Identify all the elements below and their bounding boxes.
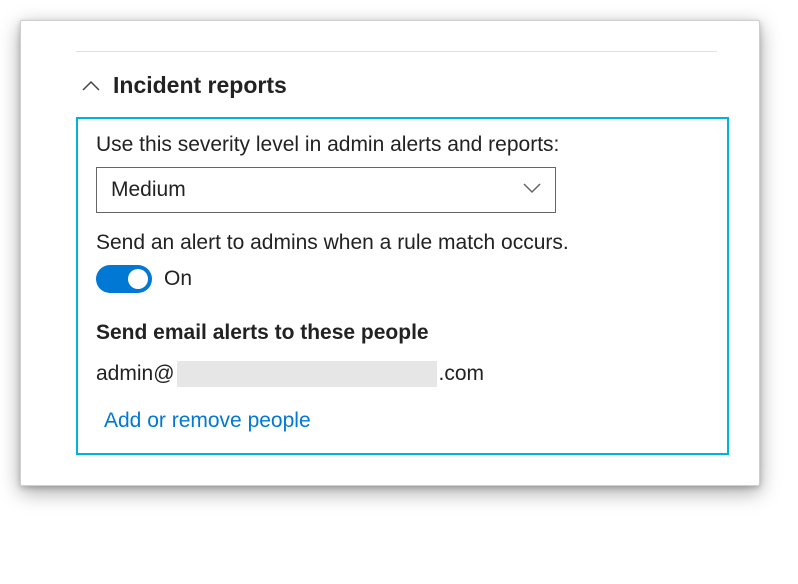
severity-label: Use this severity level in admin alerts …	[96, 133, 709, 157]
email-suffix: .com	[439, 362, 485, 386]
incident-reports-card: Incident reports Use this severity level…	[20, 20, 760, 486]
highlighted-settings-region: Use this severity level in admin alerts …	[76, 117, 729, 455]
toggle-knob	[128, 269, 148, 289]
recipient-email: admin@ .com	[96, 361, 709, 387]
email-redacted-segment	[177, 361, 437, 387]
alert-toggle-label: Send an alert to admins when a rule matc…	[96, 231, 709, 255]
section-header[interactable]: Incident reports	[21, 52, 759, 117]
chevron-down-icon	[523, 181, 541, 199]
add-remove-people-link[interactable]: Add or remove people	[96, 409, 709, 433]
alert-toggle-row: On	[96, 265, 709, 293]
alert-toggle-state: On	[164, 267, 192, 291]
recipients-label: Send email alerts to these people	[96, 321, 709, 345]
severity-value: Medium	[111, 178, 186, 202]
alert-toggle[interactable]	[96, 265, 152, 293]
severity-dropdown[interactable]: Medium	[96, 167, 556, 213]
chevron-up-icon	[81, 76, 101, 96]
section-title: Incident reports	[113, 72, 287, 99]
email-prefix: admin@	[96, 362, 175, 386]
